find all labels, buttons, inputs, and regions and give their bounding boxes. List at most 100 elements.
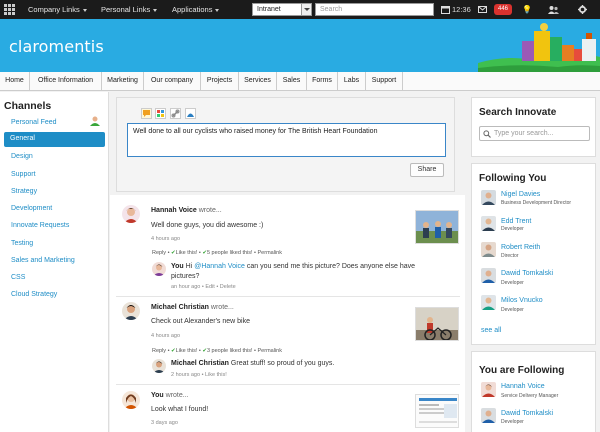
post-time: 4 hours ago	[151, 236, 181, 242]
header-illustration	[478, 19, 600, 72]
post-textarea[interactable]: Well done to all our cyclists who raised…	[127, 123, 446, 157]
tab-home[interactable]: Home	[0, 72, 30, 90]
post-author[interactable]: Hannah Voice wrote...	[151, 207, 222, 214]
avatar[interactable]	[481, 190, 496, 205]
top-bar: Company Links Personal Links Application…	[0, 0, 600, 19]
likes-count[interactable]: 3 people liked this!	[207, 348, 253, 354]
tab-sales[interactable]: Sales	[277, 72, 307, 90]
site-selector[interactable]: Intranet	[252, 3, 312, 16]
follower-name[interactable]: Robert Reith	[501, 244, 540, 251]
site-logo[interactable]: claromentis	[9, 37, 104, 56]
reply-author[interactable]: Michael Christian	[171, 360, 229, 367]
tab-support[interactable]: Support	[366, 72, 403, 90]
post-wrote-label: wrote...	[210, 304, 234, 311]
channel-design[interactable]: Design	[11, 153, 33, 160]
user-mention-link[interactable]: @Hannah Voice	[194, 263, 245, 270]
tab-services[interactable]: Services	[239, 72, 277, 90]
search-panel-title: Search Innovate	[479, 107, 557, 118]
app-grid-icon[interactable]	[4, 4, 15, 15]
personal-links-label: Personal Links	[101, 5, 151, 14]
tab-office-information[interactable]: Office Information	[30, 72, 102, 90]
status-update-icon[interactable]	[141, 108, 152, 119]
following-you-title: Following You	[479, 173, 547, 184]
innovate-search-input[interactable]: Type your search...	[479, 126, 590, 141]
avatar[interactable]	[152, 359, 166, 373]
post-image[interactable]	[415, 210, 459, 244]
avatar[interactable]	[152, 262, 166, 276]
channel-personal-feed[interactable]: Personal Feed	[11, 119, 57, 126]
reply-author[interactable]: You	[171, 263, 184, 270]
channel-strategy[interactable]: Strategy	[11, 188, 37, 195]
gear-icon[interactable]	[578, 0, 587, 19]
channel-innovate-requests[interactable]: Innovate Requests	[11, 222, 69, 229]
follower-name[interactable]: Dawid Tomkalski	[501, 270, 553, 277]
you-are-following-title: You are Following	[479, 365, 565, 376]
permalink-link[interactable]: Permalink	[258, 250, 282, 256]
avatar[interactable]	[481, 408, 496, 423]
applications-menu[interactable]: Applications	[172, 0, 220, 19]
post-message: Check out Alexander's new bike	[151, 318, 251, 325]
image-upload-icon[interactable]	[155, 108, 166, 119]
likes-count[interactable]: 5 people liked this!	[207, 250, 253, 256]
tab-marketing[interactable]: Marketing	[102, 72, 144, 90]
avatar[interactable]	[481, 216, 496, 231]
people-icon[interactable]	[548, 0, 559, 19]
channel-general[interactable]: General	[4, 132, 105, 147]
calendar-icon[interactable]	[441, 0, 450, 19]
reply-text: Great stuff! so proud of you guys.	[230, 360, 335, 367]
tab-our-company[interactable]: Our company	[144, 72, 201, 90]
following-name[interactable]: Dawid Tomkalski	[501, 410, 553, 417]
channel-css[interactable]: CSS	[11, 274, 25, 281]
global-search-input[interactable]: Search	[315, 3, 434, 16]
avatar[interactable]	[481, 382, 496, 397]
avatar[interactable]	[122, 302, 140, 320]
avatar[interactable]	[481, 295, 496, 310]
like-link[interactable]: Like this!	[176, 250, 198, 256]
chevron-down-icon	[215, 8, 220, 12]
avatar[interactable]	[481, 268, 496, 283]
share-button[interactable]: Share	[410, 163, 444, 177]
channel-development[interactable]: Development	[11, 205, 52, 212]
chevron-down-icon	[153, 8, 158, 12]
post-author-name: Hannah Voice	[151, 207, 197, 214]
channel-support[interactable]: Support	[11, 171, 36, 178]
poll-icon[interactable]	[185, 108, 196, 119]
follower-name[interactable]: Edd Trent	[501, 218, 531, 225]
avatar[interactable]	[122, 391, 140, 409]
see-all-link[interactable]: see all	[481, 327, 501, 334]
following-role: Service Delivery Manager	[501, 393, 559, 399]
tab-projects[interactable]: Projects	[201, 72, 239, 90]
dropdown-arrow-icon	[301, 4, 311, 15]
lightbulb-icon[interactable]: 💡	[522, 0, 532, 19]
post-image[interactable]	[415, 394, 459, 428]
avatar[interactable]	[122, 205, 140, 223]
follower-role: Director	[501, 253, 519, 259]
link-icon[interactable]	[170, 108, 181, 119]
mail-icon[interactable]	[478, 0, 487, 19]
following-name[interactable]: Hannah Voice	[501, 383, 545, 390]
post-image[interactable]	[415, 307, 459, 341]
post-author[interactable]: You wrote...	[151, 392, 189, 399]
clock-time: 12:36	[452, 5, 471, 14]
post-author[interactable]: Michael Christian wrote...	[151, 304, 234, 311]
post-wrote-label: wrote...	[198, 207, 222, 214]
channel-sales-and-marketing[interactable]: Sales and Marketing	[11, 257, 75, 264]
reply-meta: 2 hours ago • Like this!	[171, 372, 227, 378]
follower-role: Developer	[501, 280, 524, 286]
company-links-menu[interactable]: Company Links	[28, 0, 87, 19]
follower-name[interactable]: Milos Vnucko	[501, 297, 543, 304]
follower-role: Developer	[501, 307, 524, 313]
tab-forms[interactable]: Forms	[307, 72, 338, 90]
personal-links-menu[interactable]: Personal Links	[101, 0, 158, 19]
tab-labs[interactable]: Labs	[338, 72, 366, 90]
avatar[interactable]	[481, 242, 496, 257]
channel-cloud-strategy[interactable]: Cloud Strategy	[11, 291, 57, 298]
notification-badge[interactable]: 446	[494, 4, 512, 15]
follower-name[interactable]: Nigel Davies	[501, 191, 540, 198]
like-link[interactable]: Like this!	[176, 348, 198, 354]
reply-link[interactable]: Reply	[152, 250, 166, 256]
permalink-link[interactable]: Permalink	[258, 348, 282, 354]
channel-testing[interactable]: Testing	[11, 240, 33, 247]
reply-link[interactable]: Reply	[152, 348, 166, 354]
reply-prefix: Hi	[185, 263, 193, 270]
